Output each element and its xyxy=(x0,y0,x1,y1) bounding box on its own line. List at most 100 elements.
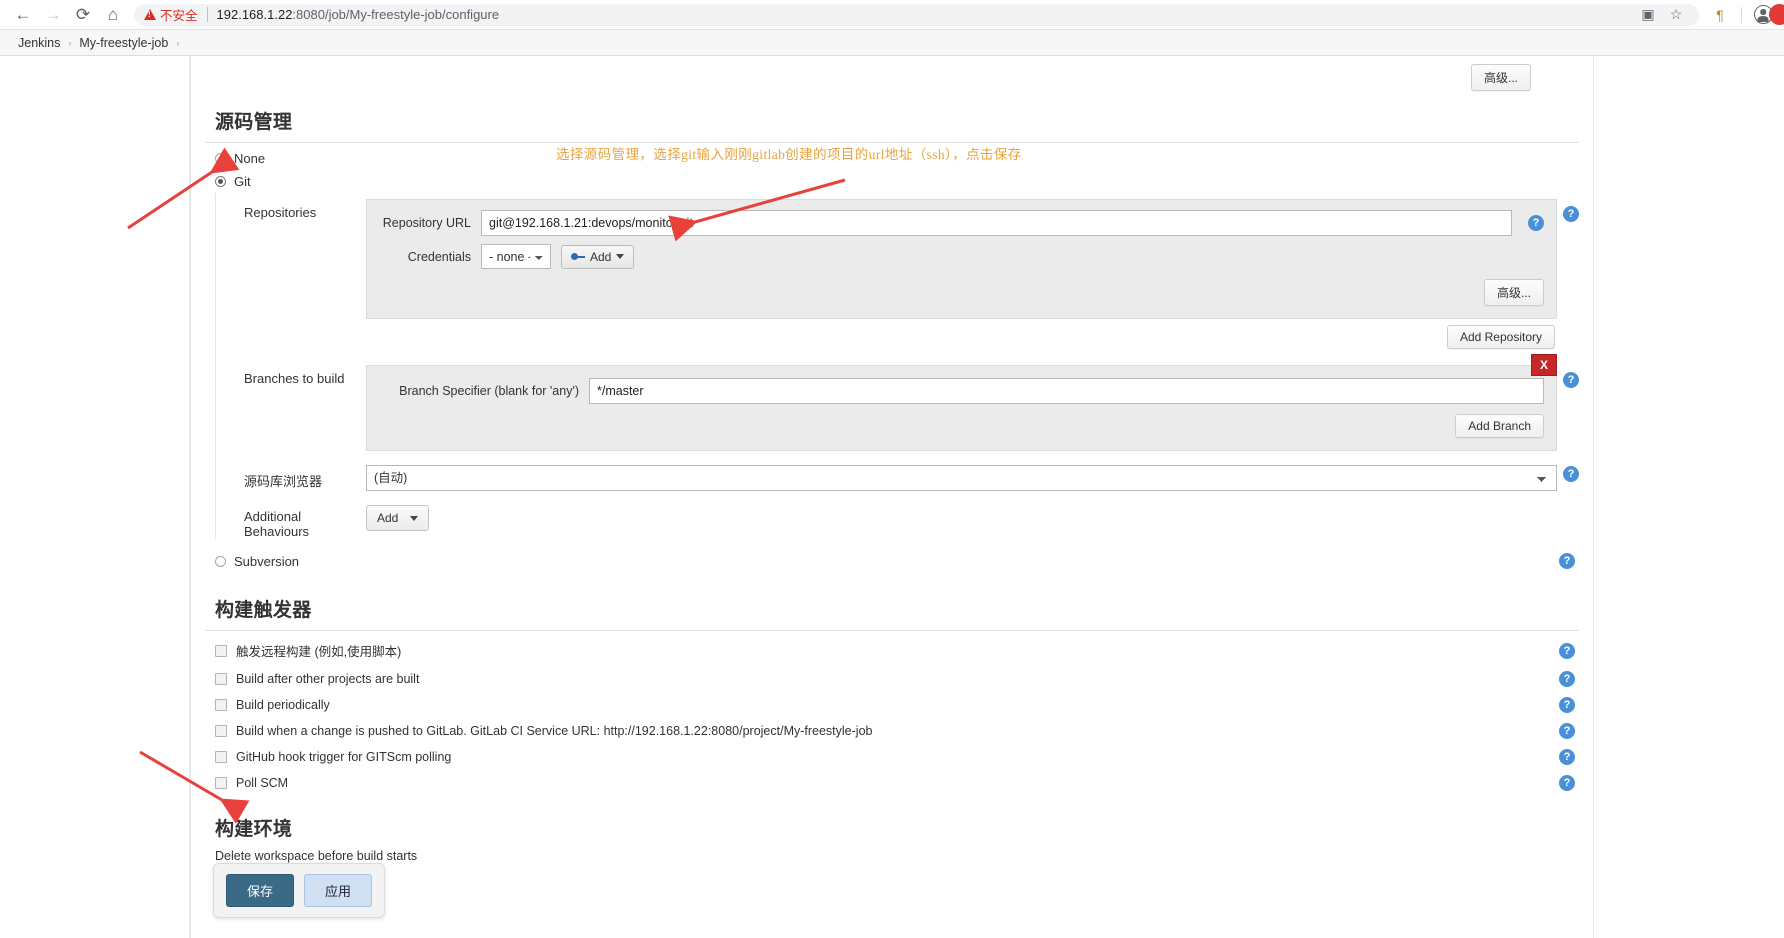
breadcrumb-item-job[interactable]: My-freestyle-job xyxy=(73,36,174,50)
translate-icon[interactable]: ▣ xyxy=(1635,3,1661,27)
trigger-row-remote[interactable]: 触发远程构建 (例如,使用脚本) xyxy=(205,635,401,666)
page-body: 高级... 源码管理 None Git Repositories Reposit… xyxy=(0,56,1784,938)
add-credentials-button[interactable]: Add xyxy=(561,244,635,269)
checkbox-gitlab-icon[interactable] xyxy=(215,725,227,737)
trigger-label-after-projects: Build after other projects are built xyxy=(236,672,420,686)
trigger-label-github-hook: GitHub hook trigger for GITScm polling xyxy=(236,750,452,764)
delete-branch-button[interactable]: X xyxy=(1531,354,1557,376)
radio-subversion-icon[interactable] xyxy=(215,555,226,567)
apply-button[interactable]: 应用 xyxy=(304,874,373,907)
repository-url-input[interactable] xyxy=(481,210,1512,236)
help-icon-repo-browser[interactable]: ? xyxy=(1563,466,1579,482)
browser-action-icons: ¶ xyxy=(1703,3,1776,27)
right-gutter xyxy=(1594,56,1784,938)
help-icon-trigger-github-hook[interactable]: ? xyxy=(1559,749,1575,765)
credentials-label: Credentials xyxy=(407,249,471,264)
scm-option-none[interactable]: None xyxy=(205,147,1579,170)
omnibox-actions: ▣ ☆ xyxy=(1635,3,1689,27)
checkbox-poll-scm-icon[interactable] xyxy=(215,777,227,789)
security-warning-label: 不安全 xyxy=(160,9,198,23)
omnibox-divider xyxy=(206,7,208,22)
chevron-down-icon xyxy=(616,254,625,259)
add-branch-button[interactable]: Add Branch xyxy=(1455,414,1544,438)
left-gutter xyxy=(0,56,190,938)
radio-none-icon[interactable] xyxy=(215,153,226,164)
breadcrumb: Jenkins › My-freestyle-job › xyxy=(0,29,1784,56)
reload-icon[interactable]: ⟳ xyxy=(68,1,98,29)
browser-toolbar: ← → ⟳ ⌂ 不安全 192.168.1.22:8080/job/My-fre… xyxy=(0,0,1784,29)
navigation-buttons: ← → ⟳ ⌂ xyxy=(8,1,128,29)
checkbox-github-hook-icon[interactable] xyxy=(215,751,227,763)
add-branch-row: Add Branch xyxy=(379,414,1544,438)
security-warning[interactable]: 不安全 xyxy=(144,5,198,24)
warning-triangle-icon xyxy=(144,9,156,20)
credentials-select[interactable]: - none - xyxy=(481,244,551,269)
forward-arrow-icon[interactable]: → xyxy=(38,1,68,29)
help-icon-branches[interactable]: ? xyxy=(1563,372,1579,388)
trigger-row-poll-scm[interactable]: Poll SCM xyxy=(205,770,288,796)
repository-box: Repository URL ? Credentials - none - xyxy=(366,199,1557,319)
key-icon xyxy=(571,252,585,261)
radio-git-icon[interactable] xyxy=(215,176,226,187)
add-repository-button[interactable]: Add Repository xyxy=(1446,325,1555,349)
url-host: 192.168.1.22 xyxy=(216,7,293,22)
repo-browser-label: 源码库浏览器 xyxy=(244,474,323,489)
repositories-body: Repository URL ? Credentials - none - xyxy=(366,193,1557,349)
trigger-item-after-projects: Build after other projects are built ? xyxy=(205,666,1579,692)
add-behaviour-button[interactable]: Add xyxy=(366,505,430,531)
configure-form: 高级... 源码管理 None Git Repositories Reposit… xyxy=(190,56,1594,938)
toolbar-divider xyxy=(1741,6,1742,23)
trigger-item-remote: 触发远程构建 (例如,使用脚本) ? xyxy=(205,635,1579,666)
help-icon-repositories[interactable]: ? xyxy=(1563,206,1579,222)
scm-option-git[interactable]: Git xyxy=(205,170,1579,193)
repository-url-label: Repository URL xyxy=(382,216,471,230)
breadcrumb-separator-icon-2: › xyxy=(176,37,180,48)
top-advanced-row: 高级... xyxy=(205,56,1579,91)
trigger-item-github-hook: GitHub hook trigger for GITScm polling ? xyxy=(205,744,1579,770)
repositories-label: Repositories xyxy=(244,205,317,220)
repo-browser-select[interactable]: (自动) xyxy=(366,465,1557,491)
trigger-row-periodically[interactable]: Build periodically xyxy=(205,692,330,718)
trigger-label-poll-scm: Poll SCM xyxy=(236,776,289,790)
save-button[interactable]: 保存 xyxy=(226,874,295,907)
advanced-button-top[interactable]: 高级... xyxy=(1470,64,1531,91)
checkbox-after-projects-icon[interactable] xyxy=(215,673,227,685)
repository-url-row: Repository URL ? xyxy=(379,210,1544,236)
help-icon-subversion[interactable]: ? xyxy=(1559,553,1575,569)
home-icon[interactable]: ⌂ xyxy=(98,1,128,29)
notification-badge-icon[interactable] xyxy=(1769,4,1784,25)
pilcrow-extension-icon[interactable]: ¶ xyxy=(1707,3,1733,27)
help-icon-trigger-after-projects[interactable]: ? xyxy=(1559,671,1575,687)
checkbox-periodically-icon[interactable] xyxy=(215,699,227,711)
back-arrow-icon[interactable]: ← xyxy=(8,1,38,29)
scm-option-subversion[interactable]: Subversion ? xyxy=(205,549,1579,573)
trigger-label-remote: 触发远程构建 (例如,使用脚本) xyxy=(236,645,402,659)
checkbox-remote-build-icon[interactable] xyxy=(215,644,227,657)
additional-behaviours-label: Additional Behaviours xyxy=(244,509,310,539)
help-icon-trigger-gitlab[interactable]: ? xyxy=(1559,723,1575,739)
page-title-scm: 源码管理 xyxy=(215,112,293,133)
add-behaviour-label: Add xyxy=(377,511,399,525)
page-title-triggers: 构建触发器 xyxy=(215,600,312,621)
advanced-button-repo[interactable]: 高级... xyxy=(1483,279,1544,306)
trigger-item-poll-scm: Poll SCM ? xyxy=(205,770,1579,796)
repo-advanced-row: 高级... xyxy=(379,279,1544,306)
branch-specifier-input[interactable] xyxy=(589,378,1544,404)
trigger-row-gitlab[interactable]: Build when a change is pushed to GitLab.… xyxy=(205,718,872,744)
breadcrumb-separator-icon: › xyxy=(68,37,72,48)
help-icon-trigger-remote[interactable]: ? xyxy=(1559,642,1575,659)
help-icon-trigger-periodically[interactable]: ? xyxy=(1559,697,1575,713)
additional-behaviours-body: Add xyxy=(366,497,1579,531)
trigger-label-periodically: Build periodically xyxy=(236,698,330,712)
help-icon-repository-url[interactable]: ? xyxy=(1528,215,1544,231)
trigger-row-github-hook[interactable]: GitHub hook trigger for GITScm polling xyxy=(205,744,451,770)
branch-specifier-label: Branch Specifier (blank for 'any') xyxy=(399,384,579,398)
scm-option-subversion-label: Subversion xyxy=(234,553,300,569)
breadcrumb-item-jenkins[interactable]: Jenkins xyxy=(12,36,66,50)
repo-browser-row: 源码库浏览器 (自动) ? xyxy=(216,459,1579,491)
help-icon-trigger-poll-scm[interactable]: ? xyxy=(1559,775,1575,791)
repositories-row: Repositories Repository URL ? Credential… xyxy=(216,193,1579,349)
address-bar[interactable]: 不安全 192.168.1.22:8080/job/My-freestyle-j… xyxy=(134,3,1699,27)
trigger-row-after-projects[interactable]: Build after other projects are built xyxy=(205,666,419,692)
star-bookmark-icon[interactable]: ☆ xyxy=(1663,3,1689,27)
